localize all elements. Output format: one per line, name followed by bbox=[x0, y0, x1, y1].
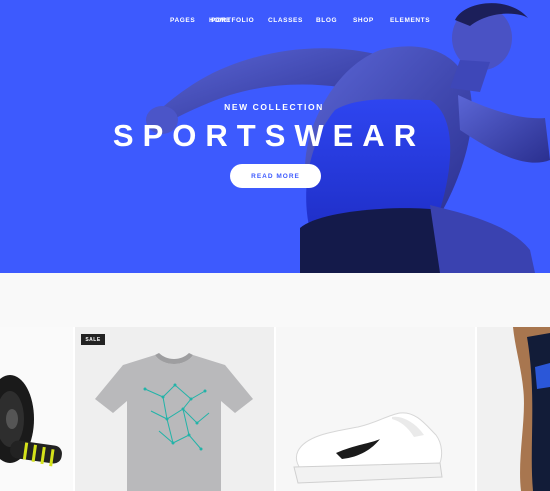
ab-roller-image bbox=[0, 375, 62, 467]
nav-blog[interactable]: BLOG bbox=[316, 15, 337, 26]
nav-pages[interactable]: PAGES bbox=[170, 15, 195, 26]
nav-portfolio[interactable]: PORTFOLIO bbox=[211, 15, 254, 26]
model-sports-top-image bbox=[513, 327, 550, 491]
nav-shop[interactable]: SHOP bbox=[353, 15, 374, 26]
product-grid bbox=[0, 327, 550, 491]
hero-title: SPORTSWEAR bbox=[112, 118, 426, 153]
nav-classes[interactable]: CLASSES bbox=[268, 15, 303, 26]
product-card-sports-top[interactable] bbox=[477, 327, 550, 491]
hero-subtitle: NEW COLLECTION bbox=[224, 102, 324, 112]
product-card-tshirt[interactable] bbox=[75, 327, 274, 491]
nav-elements[interactable]: ELEMENTS bbox=[390, 15, 430, 26]
hero-banner: HOME PAGES PORTFOLIO CLASSES BLOG SHOP E… bbox=[0, 0, 550, 273]
sale-badge: SALE bbox=[81, 334, 105, 345]
white-sneaker-image bbox=[293, 412, 443, 484]
product-card-sneaker[interactable] bbox=[276, 327, 475, 491]
product-card-ab-roller[interactable] bbox=[0, 327, 73, 491]
grey-tshirt-image bbox=[95, 353, 253, 491]
read-more-button[interactable]: READ MORE bbox=[230, 164, 321, 188]
section-spacer bbox=[0, 273, 550, 327]
